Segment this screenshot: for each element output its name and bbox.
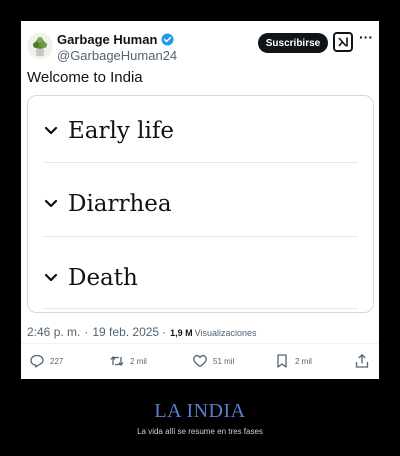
bookmark-count: 2 mil [295,356,312,366]
subscribe-button[interactable]: Suscribirse [258,33,328,53]
accordion-item-label: Early life [68,118,174,144]
display-name-text: Garbage Human [57,32,158,47]
share-icon [355,353,369,368]
like-icon [193,354,207,368]
bookmark-button[interactable]: 2 mil [274,353,312,369]
share-button[interactable] [354,353,370,369]
avatar[interactable] [27,33,53,59]
tweet-date[interactable]: 19 feb. 2025 [92,325,159,339]
reply-count: 227 [50,356,64,366]
divider [21,343,379,344]
views-label: Visualizaciones [194,328,257,338]
divider [44,308,358,309]
tweet-meta: 2:46 p. m. · 19 feb. 2025 · 1,9 M Visual… [27,325,257,339]
more-icon[interactable]: ··· [359,29,373,45]
accordion-item-label: Diarrhea [68,191,172,217]
tweet-card: Garbage Human @GarbageHuman24 Suscribirs… [20,20,380,380]
accordion-item-diarrhea[interactable]: Diarrhea [44,191,172,217]
meta-separator: · [162,325,167,339]
accordion-item-death[interactable]: Death [44,265,138,291]
tweet-text: Welcome to India [27,69,143,86]
handle[interactable]: @GarbageHuman24 [57,48,177,63]
divider [44,236,358,237]
caption-subtitle: La vida allí se resume en tres fases [137,427,263,436]
accordion-card: Early life Diarrhea Death [27,95,374,313]
tweet-time[interactable]: 2:46 p. m. [27,325,80,339]
chevron-down-icon [44,273,58,282]
verified-badge-icon [161,33,174,46]
grok-icon[interactable] [333,32,353,52]
accordion-item-label: Death [68,265,138,291]
views-count: 1,9 M [170,328,193,338]
reply-icon [30,354,44,368]
repost-button[interactable]: 2 mil [109,353,147,369]
reply-button[interactable]: 227 [29,353,63,369]
plant-icon [27,33,53,59]
bookmark-icon [277,354,287,368]
like-button[interactable]: 51 mil [192,353,234,369]
like-count: 51 mil [213,356,235,366]
caption-title: LA INDIA [154,400,246,422]
chevron-down-icon [44,199,58,208]
accordion-item-early-life[interactable]: Early life [44,118,174,144]
display-name[interactable]: Garbage Human [57,32,174,47]
chevron-down-icon [44,126,58,135]
meta-separator: · [84,325,89,339]
divider [44,162,358,163]
repost-count: 2 mil [130,356,147,366]
repost-icon [110,355,124,367]
